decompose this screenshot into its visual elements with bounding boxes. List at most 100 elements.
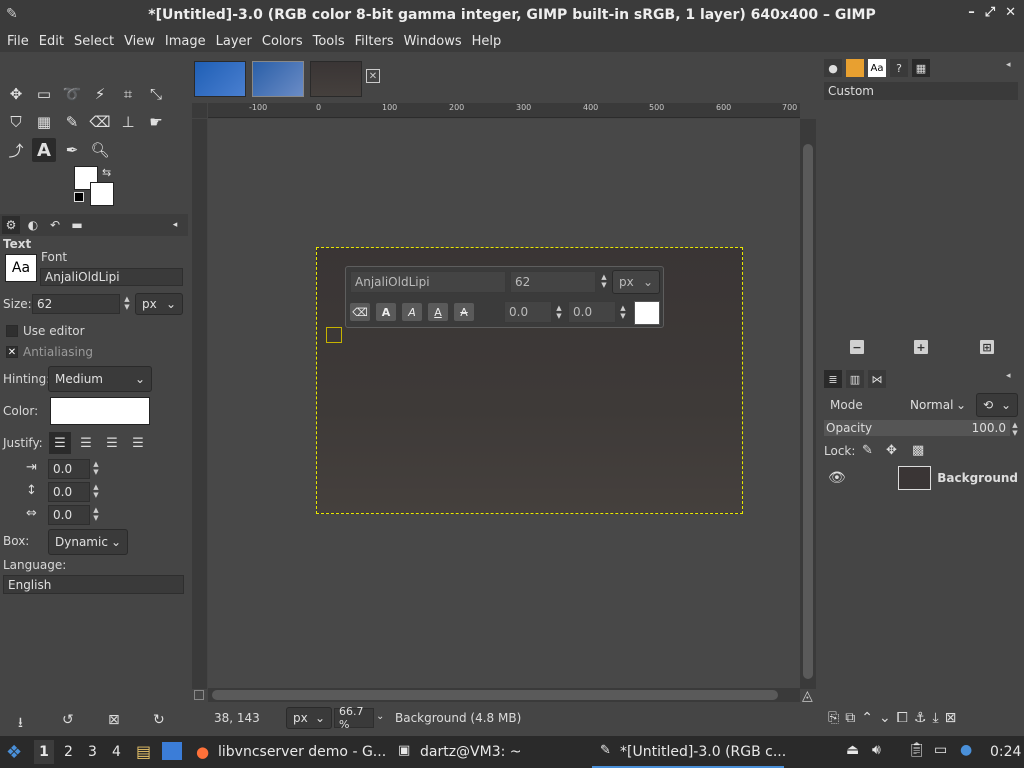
zoom-input[interactable]: 66.7 % xyxy=(334,705,374,731)
size-input[interactable]: 62 xyxy=(32,294,120,314)
maximize-button[interactable]: ⤢ xyxy=(985,5,995,20)
baseline-spinner[interactable]: ▲ ▼ xyxy=(554,304,564,320)
horizontal-ruler[interactable]: -100 0 100 200 300 400 500 600 700 xyxy=(208,103,800,118)
paths-tool-icon[interactable]: ⤴ xyxy=(4,138,28,162)
tray-eject-icon[interactable]: ⏏ xyxy=(846,742,859,758)
color-picker-tool-icon[interactable]: ✒ xyxy=(60,138,84,162)
menu-colors[interactable]: Colors xyxy=(257,34,308,49)
paintbrush-tool-icon[interactable]: ✎ xyxy=(60,110,84,134)
workspace-3[interactable]: 3 xyxy=(88,744,97,760)
lasso-tool-icon[interactable]: ➰ xyxy=(60,82,84,106)
lower-layer-icon[interactable]: ⌄ xyxy=(879,710,891,726)
size-spinner[interactable]: ▲ ▼ xyxy=(122,295,132,311)
background-color-swatch[interactable] xyxy=(90,182,114,206)
opacity-slider[interactable]: Opacity 100.0 xyxy=(824,420,1010,436)
rect-select-tool-icon[interactable]: ▭ xyxy=(32,82,56,106)
image-tab-thumbnail-2[interactable] xyxy=(252,61,304,97)
workspace-4[interactable]: 4 xyxy=(112,744,121,760)
opacity-spinner[interactable]: ▲ ▼ xyxy=(1010,421,1020,437)
underline-icon[interactable]: A xyxy=(428,303,448,321)
restore-tool-preset-icon[interactable]: ↺ xyxy=(62,712,74,728)
images-tab-icon[interactable]: ▬ xyxy=(68,216,86,234)
menu-help[interactable]: Help xyxy=(467,34,507,49)
antialiasing-checkbox[interactable]: ✕ xyxy=(6,346,18,358)
style-font-input[interactable]: AnjaliOldLipi xyxy=(350,271,506,293)
indent-spinner[interactable]: ▲ ▼ xyxy=(91,460,101,476)
notification-icon[interactable]: ● xyxy=(960,742,972,758)
close-image-tab-icon[interactable]: ✕ xyxy=(366,69,380,83)
menu-select[interactable]: Select xyxy=(69,34,119,49)
use-editor-checkbox[interactable] xyxy=(6,325,18,337)
menu-file[interactable]: File xyxy=(2,34,34,49)
clipboard-icon[interactable]: 📋︎ xyxy=(908,742,926,758)
menu-layer[interactable]: Layer xyxy=(211,34,257,49)
horizontal-scroll-thumb[interactable] xyxy=(212,690,778,700)
channels-tab-icon[interactable]: ▥ xyxy=(846,370,864,388)
vertical-ruler[interactable] xyxy=(192,119,207,689)
taskbar-item-browser[interactable]: libvncserver demo - G... xyxy=(218,744,386,760)
firefox-icon[interactable]: ● xyxy=(196,743,209,761)
italic-icon[interactable]: A xyxy=(402,303,422,321)
dock-menu-icon[interactable]: ◂ xyxy=(1006,60,1011,70)
gradients-tab-icon[interactable]: ▦ xyxy=(912,59,930,77)
bold-icon[interactable]: A xyxy=(376,303,396,321)
clone-tool-icon[interactable]: ⊥ xyxy=(116,110,140,134)
menu-windows[interactable]: Windows xyxy=(399,34,467,49)
merge-layer-icon[interactable]: ⤓ xyxy=(932,710,938,726)
undo-history-tab-icon[interactable]: ↶ xyxy=(46,216,64,234)
gradient-add-icon[interactable]: + xyxy=(914,340,928,354)
taskbar-item-terminal[interactable]: dartz@VM3: ~ xyxy=(420,744,522,760)
menu-edit[interactable]: Edit xyxy=(34,34,69,49)
text-tool-icon[interactable]: A xyxy=(32,138,56,162)
minimize-button[interactable]: – xyxy=(968,5,975,20)
zoom-dropdown-icon[interactable]: ⌄ xyxy=(376,711,384,722)
box-select[interactable]: Dynamic ⌄ xyxy=(48,529,128,555)
eraser-tool-icon[interactable]: ⌫ xyxy=(88,110,112,134)
layer-row[interactable]: 👁︎ Background xyxy=(824,464,1018,492)
fuzzy-select-tool-icon[interactable]: ⚡ xyxy=(88,82,112,106)
size-unit-select[interactable]: px ⌄ xyxy=(135,293,183,315)
justify-right-icon[interactable]: ☰ xyxy=(75,432,97,454)
justify-left-icon[interactable]: ☰ xyxy=(49,432,71,454)
start-menu-icon[interactable]: ❖ xyxy=(6,742,22,763)
navigate-icon[interactable]: ◬ xyxy=(802,688,813,704)
move-tool-icon[interactable]: ✥ xyxy=(4,82,28,106)
gradient-delete-icon[interactable]: − xyxy=(850,340,864,354)
kerning-spinner[interactable]: ▲ ▼ xyxy=(618,304,628,320)
lock-pixels-icon[interactable]: ✎ xyxy=(862,443,873,458)
text-color-button[interactable] xyxy=(50,397,150,425)
help-tab-icon[interactable]: ? xyxy=(890,59,908,77)
delete-tool-preset-icon[interactable]: ⊠ xyxy=(108,712,120,728)
ruler-corner-icon[interactable] xyxy=(192,103,207,118)
new-layer-icon[interactable]: ⎘ xyxy=(828,710,839,726)
terminal-icon[interactable]: ▣ xyxy=(398,743,410,758)
duplicate-layer-icon[interactable]: ⧠ xyxy=(897,710,908,726)
smudge-tool-icon[interactable]: ☛ xyxy=(144,110,168,134)
file-manager-icon[interactable]: ▤ xyxy=(136,742,151,761)
lock-position-icon[interactable]: ✥ xyxy=(886,443,897,458)
dock-menu-icon[interactable]: ◂ xyxy=(1006,371,1011,381)
layer-composite-select[interactable]: ⟲ ⌄ xyxy=(976,393,1018,417)
image-tab-thumbnail-1[interactable] xyxy=(194,61,246,97)
style-unit-select[interactable]: px ⌄ xyxy=(612,270,660,294)
raise-layer-icon[interactable]: ⌃ xyxy=(861,710,873,726)
save-tool-preset-icon[interactable]: ⭳ xyxy=(18,712,23,736)
clear-style-icon[interactable]: ⌫ xyxy=(350,303,370,321)
text-box-handle[interactable] xyxy=(326,327,342,343)
image-tab-thumbnail-3[interactable] xyxy=(310,61,362,97)
lock-alpha-icon[interactable]: ▩ xyxy=(912,443,924,458)
swap-colors-icon[interactable]: ⇆ xyxy=(102,166,111,179)
visibility-eye-icon[interactable]: 👁︎ xyxy=(824,470,850,486)
justify-fill-icon[interactable]: ☰ xyxy=(127,432,149,454)
bucket-fill-tool-icon[interactable]: ⛉ xyxy=(4,110,28,134)
indent-input[interactable]: 0.0 xyxy=(48,459,90,479)
layer-mode-select[interactable]: Normal ⌄ xyxy=(904,393,972,417)
new-layer-group-icon[interactable]: ⧉ xyxy=(845,710,855,726)
style-size-input[interactable]: 62 xyxy=(510,271,596,293)
gradient-tool-icon[interactable]: ▦ xyxy=(32,110,56,134)
letter-spacing-spinner[interactable]: ▲ ▼ xyxy=(91,506,101,522)
device-status-tab-icon[interactable]: ◐ xyxy=(24,216,42,234)
taskbar-item-gimp[interactable]: *[Untitled]-3.0 (RGB c... xyxy=(620,744,786,760)
baseline-input[interactable]: 0.0 xyxy=(504,301,552,323)
delete-layer-icon[interactable]: ⊠ xyxy=(945,710,957,726)
